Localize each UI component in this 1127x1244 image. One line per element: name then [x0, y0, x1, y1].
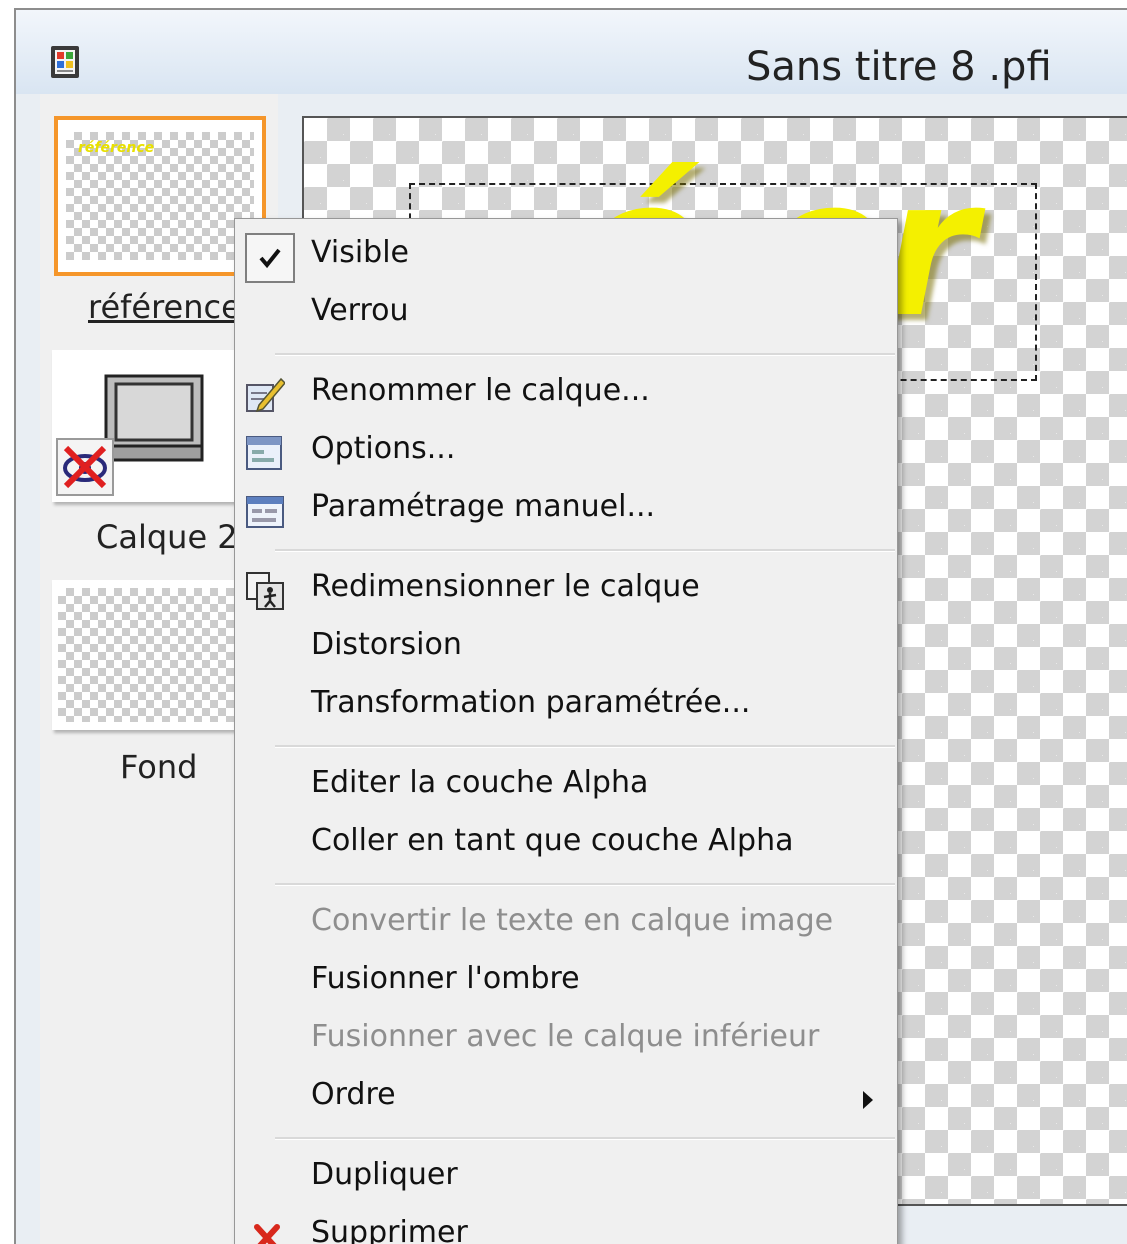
- menu-item-ordre[interactable]: Ordre: [235, 1067, 897, 1125]
- menu-label: Renommer le calque...: [311, 373, 650, 408]
- monitor-icon: [104, 374, 204, 462]
- menu-item-redimensionner[interactable]: Redimensionner le calque: [235, 559, 897, 617]
- menu-item-convertir-texte: Convertir le texte en calque image: [235, 893, 897, 951]
- menu-label: Options...: [311, 431, 456, 466]
- menu-label: Paramétrage manuel...: [311, 489, 656, 524]
- menu-label: Fusionner l'ombre: [311, 961, 580, 996]
- menu-label: Transformation paramétrée...: [311, 685, 751, 720]
- menu-label: Distorsion: [311, 627, 462, 662]
- menu-item-coller-alpha[interactable]: Coller en tant que couche Alpha: [235, 813, 897, 871]
- layer-label-fond[interactable]: Fond: [120, 748, 197, 786]
- menu-item-dupliquer[interactable]: Dupliquer: [235, 1147, 897, 1205]
- menu-label: Verrou: [311, 293, 409, 328]
- menu-label: Coller en tant que couche Alpha: [311, 823, 794, 858]
- manual-settings-icon: [246, 496, 284, 528]
- layer-label-reference[interactable]: référence: [88, 288, 241, 326]
- menu-item-parametrage[interactable]: Paramétrage manuel...: [235, 479, 897, 537]
- rename-pencil-icon: [246, 377, 285, 413]
- options-window-icon: [246, 436, 282, 470]
- menu-item-renommer[interactable]: Renommer le calque...: [235, 363, 897, 421]
- check-icon: [259, 248, 281, 269]
- menu-separator: [275, 549, 895, 552]
- resize-layer-icon: [246, 572, 284, 610]
- menu-label: Visible: [311, 235, 409, 270]
- menu-label: Dupliquer: [311, 1157, 458, 1192]
- menu-label: Editer la couche Alpha: [311, 765, 649, 800]
- layer-thumb-text: référence: [78, 140, 155, 156]
- menu-label: Redimensionner le calque: [311, 569, 700, 604]
- menu-label: Ordre: [311, 1077, 396, 1112]
- layer-thumb-fond[interactable]: [52, 580, 252, 730]
- menu-item-fusionner-inferieur: Fusionner avec le calque inférieur: [235, 1009, 897, 1067]
- menu-item-distorsion[interactable]: Distorsion: [235, 617, 897, 675]
- menu-item-supprimer[interactable]: Supprimer: [235, 1205, 897, 1244]
- menu-label: Fusionner avec le calque inférieur: [311, 1019, 820, 1054]
- menu-separator: [275, 883, 895, 886]
- menu-item-options[interactable]: Options...: [235, 421, 897, 479]
- menu-item-verrou[interactable]: Verrou: [235, 283, 897, 341]
- menu-separator: [275, 353, 895, 356]
- layer-context-menu: Visible Verrou Renommer le calque... Opt…: [234, 218, 898, 1244]
- submenu-arrow-icon: [863, 1091, 873, 1109]
- menu-item-transformation[interactable]: Transformation paramétrée...: [235, 675, 897, 733]
- menu-item-fusionner-ombre[interactable]: Fusionner l'ombre: [235, 951, 897, 1009]
- eye-crossed-icon: [63, 445, 107, 489]
- visible-checkbox[interactable]: [245, 233, 295, 283]
- layer-thumb-calque-2[interactable]: [52, 350, 252, 502]
- menu-item-visible[interactable]: Visible: [235, 225, 897, 283]
- film-strip-icon[interactable]: [48, 44, 82, 80]
- menu-separator: [275, 745, 895, 748]
- title-bar[interactable]: Sans titre 8 .pfi: [16, 10, 1127, 94]
- delete-x-icon: [254, 1224, 280, 1244]
- layer-hidden-toggle[interactable]: [56, 438, 114, 496]
- menu-label: Convertir le texte en calque image: [311, 903, 834, 938]
- layer-label-calque-2[interactable]: Calque 2: [96, 518, 238, 556]
- menu-item-editer-alpha[interactable]: Editer la couche Alpha: [235, 755, 897, 813]
- menu-label: Supprimer: [311, 1215, 468, 1244]
- menu-separator: [275, 1137, 895, 1140]
- window-title: Sans titre 8 .pfi: [746, 44, 1052, 90]
